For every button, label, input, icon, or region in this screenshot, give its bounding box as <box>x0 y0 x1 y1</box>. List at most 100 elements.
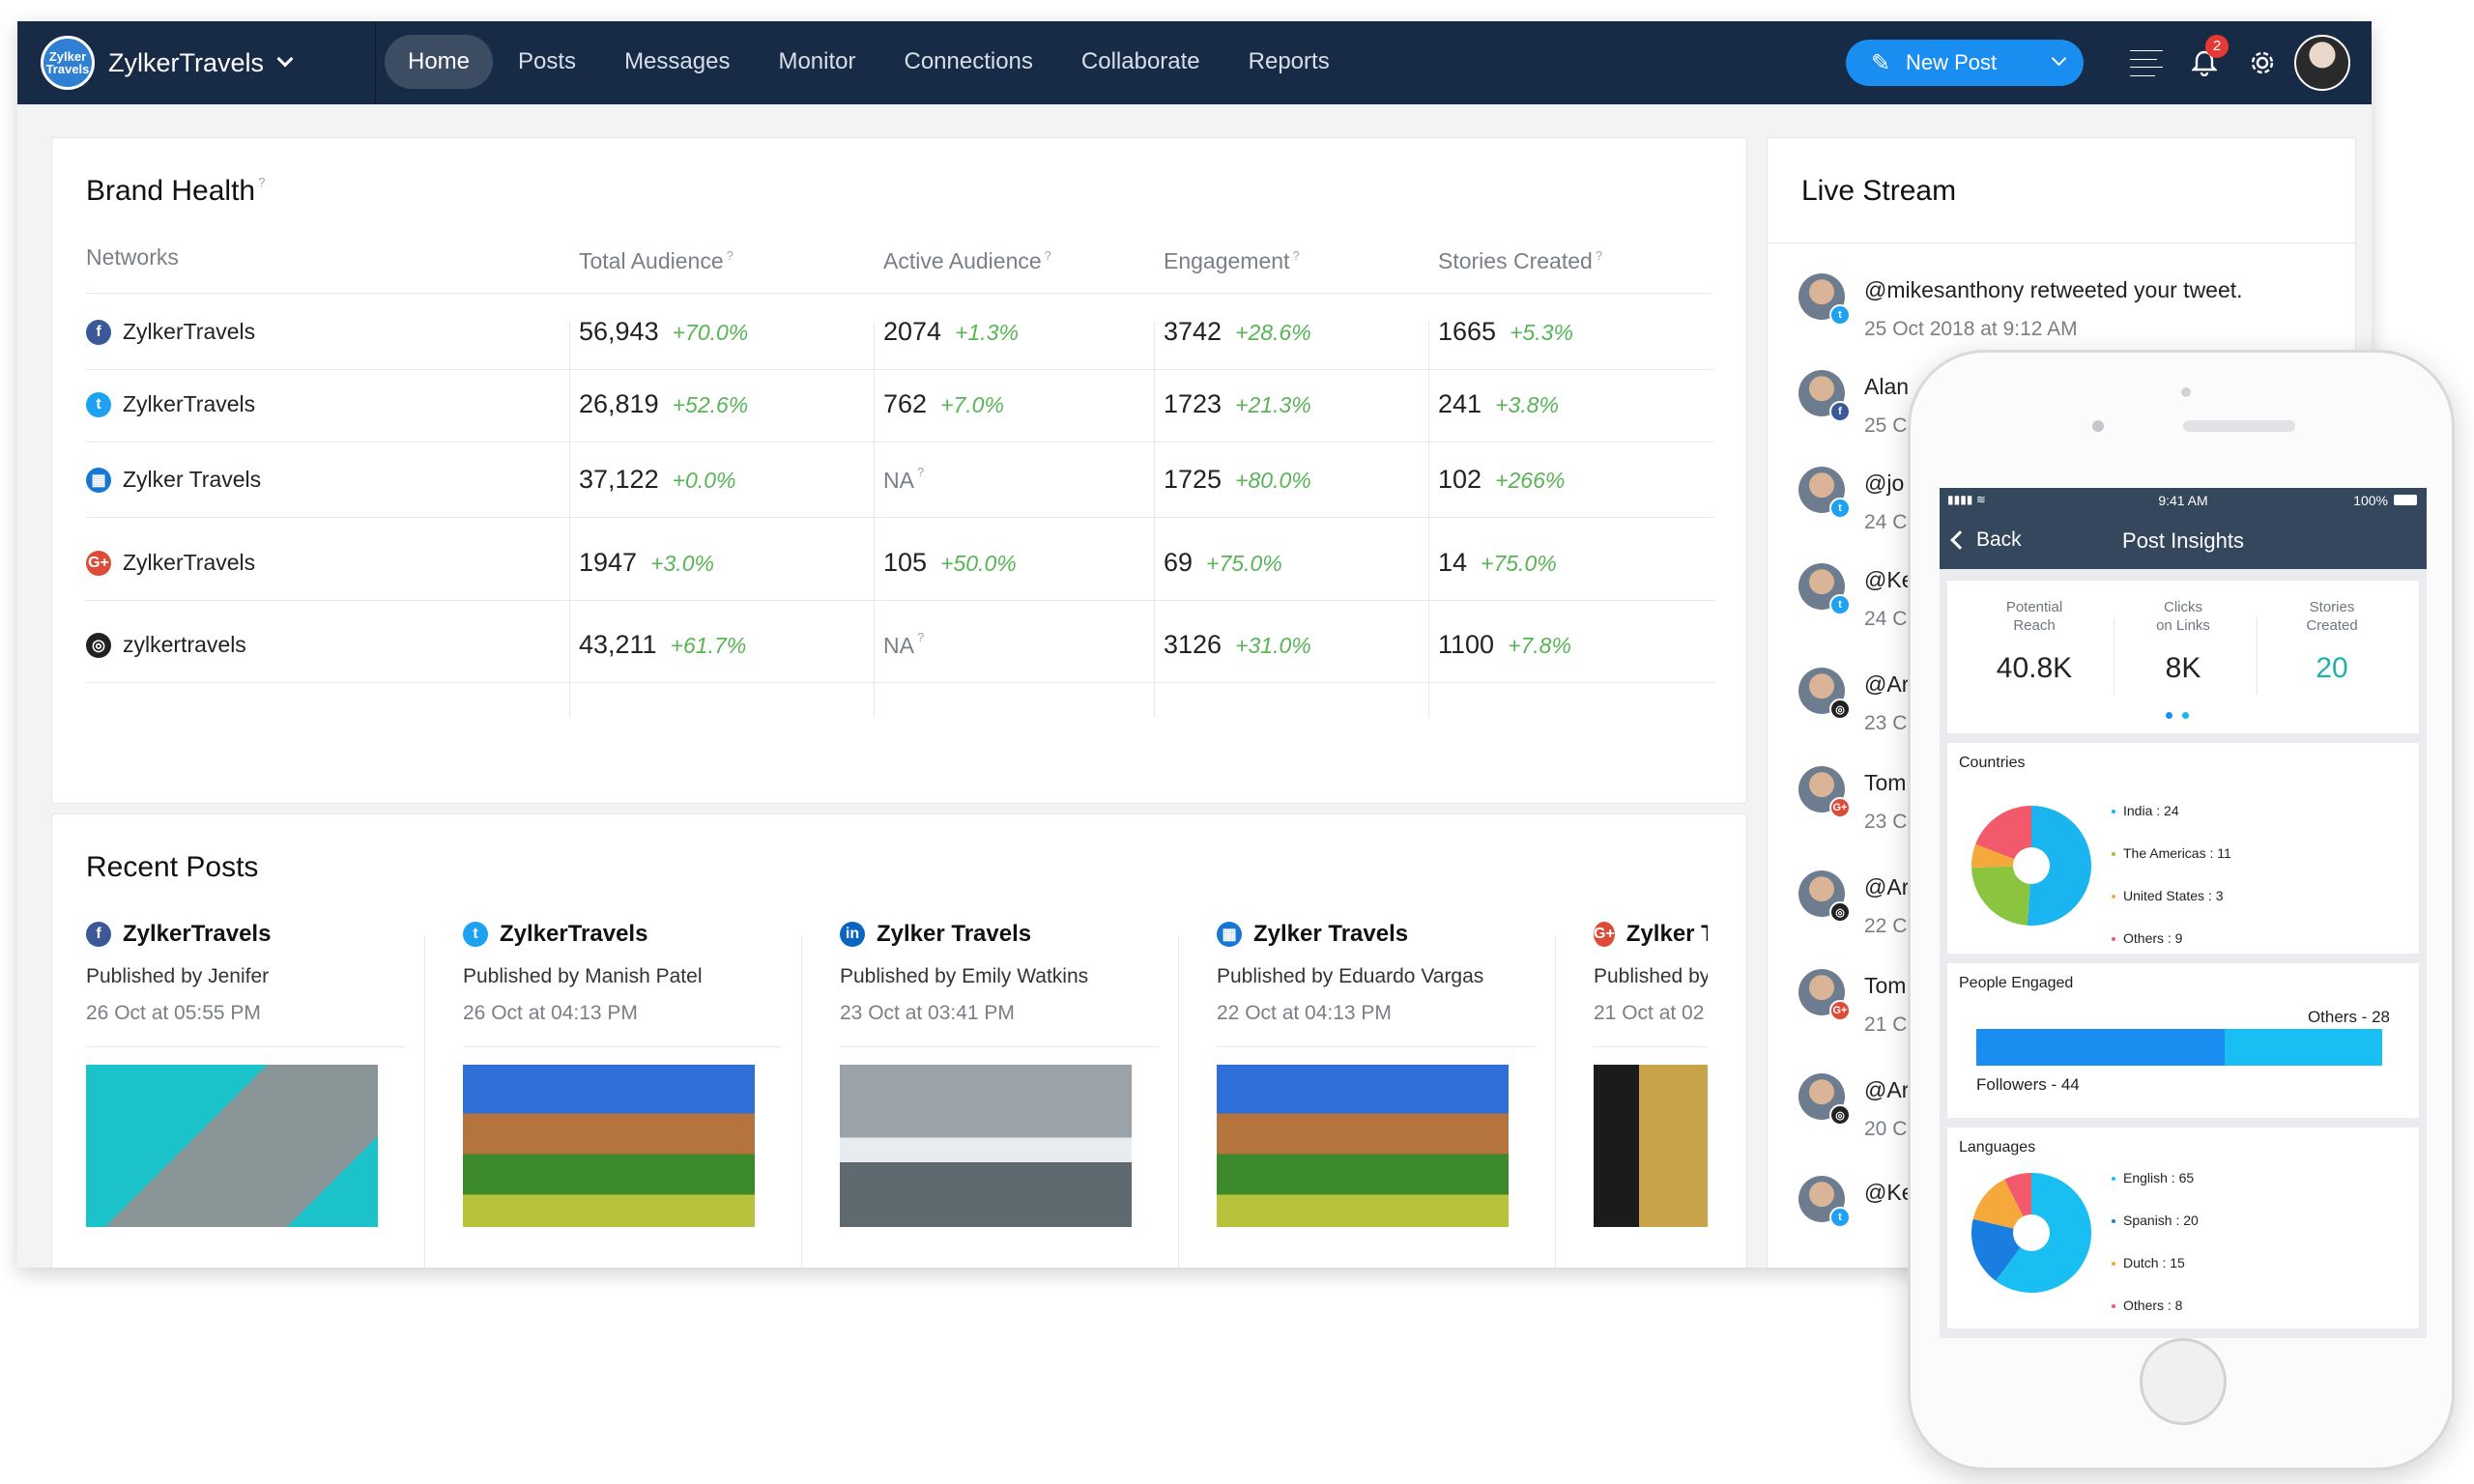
col-networks: Networks <box>86 244 179 270</box>
metric-change: +0.0% <box>672 468 736 493</box>
network-cell: G+ ZylkerTravels <box>86 550 255 576</box>
post-image[interactable] <box>463 1065 755 1227</box>
post-image[interactable] <box>1217 1065 1509 1227</box>
metric-change: +3.0% <box>650 551 714 576</box>
legend-label: Others : 9 <box>2123 930 2183 946</box>
live-stream-title: Live Stream <box>1801 175 1957 207</box>
twitter-icon: t <box>86 391 111 417</box>
linkedin-page-icon: ▦ <box>86 467 111 493</box>
battery-level: 100% <box>2353 493 2388 508</box>
brand-health-row[interactable]: G+ ZylkerTravels 1947 +3.0% 105 +50.0% 69 +75.0… <box>86 527 1714 601</box>
notifications-button[interactable]: 2 <box>2188 35 2229 79</box>
live-stream-time: 21 C <box>1864 1013 1908 1036</box>
col-active-audience: Active Audience? <box>883 248 1051 274</box>
post-date: 23 Oct at 03:41 PM <box>840 1002 1015 1024</box>
carousel-dot[interactable] <box>2166 712 2172 719</box>
network-name: zylkertravels <box>123 632 246 657</box>
post-image[interactable] <box>86 1065 378 1227</box>
stat-clicks-on-links: Clicks on Links 8K <box>2115 598 2251 685</box>
stat-label: Reach <box>2013 617 2056 634</box>
post-author: Published by Jenifer <box>86 965 270 987</box>
help-icon[interactable]: ? <box>727 248 734 263</box>
metric-change: +28.6% <box>1235 320 1311 345</box>
others-segment <box>2224 1029 2382 1066</box>
live-stream-text: Tom <box>1864 973 1907 998</box>
help-icon[interactable]: ? <box>1292 248 1299 263</box>
legend-bullet <box>2112 1304 2115 1309</box>
recent-post[interactable]: f ZylkerTravels Published by Jenifer 26 Oct… <box>86 921 405 1227</box>
recent-post[interactable]: ▦ Zylker Travels Published by Eduardo Varg… <box>1217 921 1536 1227</box>
metric-change: +5.3% <box>1510 320 1573 345</box>
recent-post[interactable]: in Zylker Travels Published by Emily Watki… <box>840 921 1159 1227</box>
metric-value: 2074 <box>883 317 942 346</box>
nav-connections[interactable]: Connections <box>880 35 1055 89</box>
nav-messages[interactable]: Messages <box>601 35 753 89</box>
brand-health-row[interactable]: ▦ Zylker Travels 37,122 +0.0% NA? 1725 +80.0% 1… <box>86 443 1714 518</box>
help-icon[interactable]: ? <box>1045 248 1051 263</box>
legend-bullet <box>2112 810 2115 814</box>
nav-reports[interactable]: Reports <box>1225 35 1353 89</box>
stat-label: Created <box>2306 617 2358 634</box>
carousel-dots[interactable] <box>2166 712 2189 719</box>
brand-health-row[interactable]: ◎ zylkertravels 43,211 +61.7% NA? 3126 +31.0% 1… <box>86 609 1714 683</box>
twitter-icon: t <box>1829 498 1851 519</box>
network-name: ZylkerTravels <box>123 319 256 344</box>
notification-badge: 2 <box>2205 35 2229 58</box>
post-author: Published by Emily Watkins <box>840 965 1089 987</box>
metric-cell: 56,943 +70.0% <box>579 317 748 347</box>
metric-value: 43,211 <box>579 630 657 659</box>
home-button[interactable] <box>2140 1338 2227 1425</box>
legend-bullet <box>2112 1219 2115 1224</box>
post-image[interactable] <box>840 1065 1132 1227</box>
linkedin-page-icon: ▦ <box>1217 922 1242 947</box>
metric-change: +80.0% <box>1235 468 1311 493</box>
menu-icon[interactable] <box>2130 46 2163 79</box>
help-icon[interactable]: ? <box>1596 248 1602 263</box>
metric-change: +75.0% <box>1481 551 1557 576</box>
google-plus-icon: G+ <box>86 550 111 576</box>
facebook-icon: f <box>86 922 111 947</box>
new-post-button[interactable]: ✎ New Post <box>1846 40 2084 86</box>
metric-cell: 43,211 +61.7% <box>579 630 746 660</box>
network-name: ZylkerTravels <box>123 391 256 416</box>
post-account-name: Zylker T <box>1625 921 1708 947</box>
followers-segment <box>1976 1029 2225 1066</box>
brand-logo: Zylker Travels <box>41 36 95 90</box>
help-icon[interactable]: ? <box>258 175 265 189</box>
carousel-dot[interactable] <box>2182 712 2189 719</box>
help-icon[interactable]: ? <box>917 465 924 479</box>
metric-cell: 3126 +31.0% <box>1164 630 1311 660</box>
brand-switcher[interactable]: Zylker Travels ZylkerTravels <box>41 33 294 93</box>
countries-legend-item: The Americas : 11 <box>2112 845 2231 861</box>
brand-health-title-text: Brand Health <box>86 175 256 207</box>
stat-label: Clicks <box>2164 599 2202 615</box>
nav-posts[interactable]: Posts <box>495 35 599 89</box>
recent-post[interactable]: G+ Zylker T Published by 21 Oct at 02 <box>1594 921 1708 1227</box>
settings-button[interactable] <box>2246 46 2279 79</box>
metric-change: +1.3% <box>955 320 1019 345</box>
network-name: Zylker Travels <box>123 467 262 492</box>
phone-status-bar: ▮▮▮▮ ≋ 9:41 AM 100% <box>1940 488 2427 513</box>
legend-label: United States : 3 <box>2123 888 2224 903</box>
nav-home[interactable]: Home <box>385 35 494 89</box>
help-icon[interactable]: ? <box>917 630 924 644</box>
col-stories-created-label: Stories Created <box>1438 248 1593 273</box>
nav-collaborate[interactable]: Collaborate <box>1058 35 1223 89</box>
recent-post[interactable]: t ZylkerTravels Published by Manish Patel 2… <box>463 921 782 1227</box>
brand-health-row[interactable]: t ZylkerTravels 26,819 +52.6% 762 +7.0% 1723 +2… <box>86 368 1714 442</box>
brand-health-row[interactable]: f ZylkerTravels 56,943 +70.0% 2074 +1.3% 3742 +… <box>86 296 1714 370</box>
people-engaged-title: People Engaged <box>1959 975 2074 991</box>
languages-pie-chart <box>1971 1173 2091 1293</box>
stat-stories-created: Stories Created 20 <box>2264 598 2400 685</box>
user-avatar[interactable] <box>2294 35 2350 91</box>
divider <box>463 1046 782 1047</box>
post-date: 26 Oct at 04:13 PM <box>463 1002 638 1024</box>
chevron-down-icon[interactable] <box>2051 50 2067 67</box>
post-author: Published by Eduardo Vargas <box>1217 965 1484 987</box>
post-date: 26 Oct at 05:55 PM <box>86 1002 261 1024</box>
nav-monitor[interactable]: Monitor <box>755 35 878 89</box>
metric-value: 241 <box>1438 389 1482 418</box>
legend-bullet <box>2112 1177 2115 1182</box>
post-image[interactable] <box>1594 1065 1708 1227</box>
metric-cell: 69 +75.0% <box>1164 548 1282 578</box>
